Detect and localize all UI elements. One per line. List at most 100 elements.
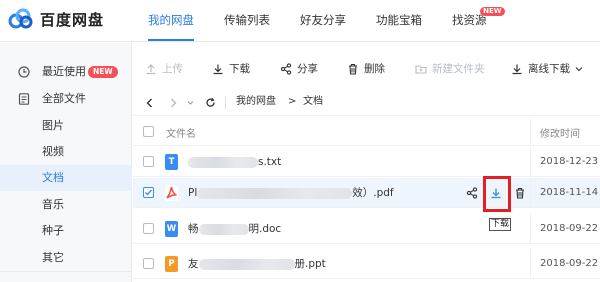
- nav-my-drive[interactable]: 我的网盘: [136, 0, 206, 42]
- new-badge: NEW: [480, 7, 505, 16]
- nav-toolbox[interactable]: 功能宝箱: [364, 0, 434, 42]
- sidebar-item-label: 视频: [42, 145, 64, 158]
- download-highlight-box: [483, 176, 511, 212]
- sidebar-item-images[interactable]: 图片: [0, 113, 132, 139]
- file-date: 2018-09-22: [540, 258, 599, 269]
- share-icon: [280, 63, 292, 75]
- table-row[interactable]: P 友 册.ppt 2018-09-22: [133, 249, 600, 279]
- column-divider: [530, 118, 531, 145]
- download-label: 下载: [229, 63, 250, 75]
- new-badge: NEW: [88, 66, 118, 78]
- pdf-file-icon: [165, 185, 178, 201]
- forward-arrow-icon[interactable]: [169, 98, 178, 108]
- share-label: 分享: [297, 63, 318, 75]
- path-divider: [225, 97, 226, 109]
- file-date: 2018-12-23: [540, 156, 599, 167]
- top-bar: 百度网盘 我的网盘 传输列表 好友分享 功能宝箱 找资源 NEW: [0, 0, 600, 42]
- sidebar-item-torrents[interactable]: 种子: [0, 218, 132, 244]
- share-button[interactable]: 分享: [280, 60, 318, 78]
- cloud-logo-icon: [8, 8, 34, 30]
- sidebar-item-other[interactable]: 其它: [0, 245, 132, 271]
- upload-label: 上传: [162, 63, 183, 75]
- redacted-text: [198, 258, 295, 270]
- row-delete-icon[interactable]: [514, 187, 526, 199]
- toolbar: 上传 下载 分享 删除 新建文件夹 离线下载: [133, 54, 600, 84]
- file-name-suffix: 册.ppt: [294, 258, 326, 270]
- file-name-suffix: 效）.pdf: [352, 187, 394, 199]
- redacted-text: [197, 187, 353, 199]
- table-row-selected[interactable]: Pl 效）.pdf 2018-11-14: [133, 178, 600, 208]
- breadcrumb-separator: >: [288, 96, 297, 107]
- sidebar-item-documents[interactable]: 文档: [0, 165, 132, 191]
- trash-icon: [349, 63, 357, 75]
- ppt-file-icon: P: [165, 256, 178, 272]
- breadcrumb-root[interactable]: 我的网盘: [236, 95, 276, 109]
- table-row[interactable]: W 畅 明.doc 2018-09-22: [133, 214, 600, 244]
- download-tooltip: 下载: [489, 218, 512, 231]
- delete-button[interactable]: 删除: [347, 60, 385, 78]
- upload-icon: [146, 64, 156, 75]
- offline-download-button[interactable]: 离线下载: [511, 60, 588, 78]
- upload-button[interactable]: 上传: [145, 60, 183, 78]
- checkmark-icon: [145, 189, 153, 196]
- file-date: 2018-11-14: [540, 187, 599, 198]
- sidebar-item-label: 最近使用: [42, 65, 86, 78]
- file-icon: [18, 93, 30, 105]
- sidebar-item-videos[interactable]: 视频: [0, 139, 132, 165]
- history-dropdown-icon[interactable]: [187, 100, 194, 106]
- file-name-prefix: 友: [188, 258, 199, 270]
- nav-transfer-list-label: 传输列表: [224, 13, 270, 27]
- chevron-down-icon: [575, 67, 583, 72]
- back-arrow-icon[interactable]: [145, 98, 154, 108]
- file-name[interactable]: s.txt: [188, 155, 281, 169]
- doc-file-icon: W: [165, 221, 178, 237]
- offline-download-label: 离线下载: [528, 63, 570, 75]
- nav-my-drive-label: 我的网盘: [148, 13, 194, 27]
- file-name[interactable]: 友 册.ppt: [188, 257, 326, 271]
- row-checkbox-checked[interactable]: [143, 187, 154, 198]
- download-icon: [213, 64, 223, 75]
- row-checkbox[interactable]: [143, 156, 154, 167]
- main-nav: 我的网盘 传输列表 好友分享 功能宝箱 找资源 NEW: [136, 0, 505, 42]
- nav-toolbox-label: 功能宝箱: [376, 13, 422, 27]
- column-header-date[interactable]: 修改时间: [540, 125, 580, 140]
- select-all-checkbox[interactable]: [143, 126, 154, 137]
- sidebar-item-label: 全部文件: [42, 92, 86, 105]
- table-row[interactable]: T s.txt 2018-12-23: [133, 147, 600, 177]
- nav-transfer-list[interactable]: 传输列表: [212, 0, 282, 42]
- breadcrumb-current: 文档: [303, 96, 323, 107]
- new-folder-icon: [415, 65, 427, 74]
- sidebar-item-label: 其它: [42, 251, 64, 264]
- nav-friend-share-label: 好友分享: [300, 13, 346, 27]
- new-folder-button[interactable]: 新建文件夹: [415, 60, 485, 78]
- column-divider: [530, 249, 531, 278]
- pdf-icon: [166, 186, 177, 199]
- refresh-icon[interactable]: [205, 97, 216, 108]
- sidebar-item-music[interactable]: 音乐: [0, 192, 132, 218]
- file-name[interactable]: 畅 明.doc: [188, 222, 281, 236]
- nav-find-resources[interactable]: 找资源 NEW: [440, 0, 505, 42]
- row-checkbox[interactable]: [143, 223, 154, 234]
- file-name-suffix: 明.doc: [248, 223, 282, 235]
- row-share-icon[interactable]: [466, 187, 478, 199]
- sidebar-item-all-files[interactable]: 全部文件: [0, 86, 132, 112]
- nav-friend-share[interactable]: 好友分享: [288, 0, 358, 42]
- sidebar-item-label: 种子: [42, 224, 64, 237]
- sidebar-divider: [0, 271, 132, 272]
- sidebar-item-label: 文档: [42, 171, 64, 184]
- sidebar: 最近使用 NEW 全部文件 图片 视频 文档 音乐 种子 其它: [0, 43, 132, 282]
- delete-label: 删除: [364, 63, 385, 75]
- file-name-prefix: Pl: [188, 187, 198, 199]
- column-divider: [530, 178, 531, 207]
- column-header-name[interactable]: 文件名: [166, 125, 196, 140]
- file-name[interactable]: Pl 效）.pdf: [188, 186, 394, 200]
- download-icon: [512, 64, 522, 75]
- sidebar-item-label: 音乐: [42, 198, 64, 211]
- txt-file-icon: T: [165, 154, 178, 170]
- logo[interactable]: 百度网盘: [8, 8, 104, 30]
- download-button[interactable]: 下载: [212, 60, 250, 78]
- row-checkbox[interactable]: [143, 258, 154, 269]
- redacted-text: [188, 156, 258, 168]
- brand-name: 百度网盘: [40, 10, 105, 29]
- sidebar-item-recent[interactable]: 最近使用 NEW: [0, 59, 132, 85]
